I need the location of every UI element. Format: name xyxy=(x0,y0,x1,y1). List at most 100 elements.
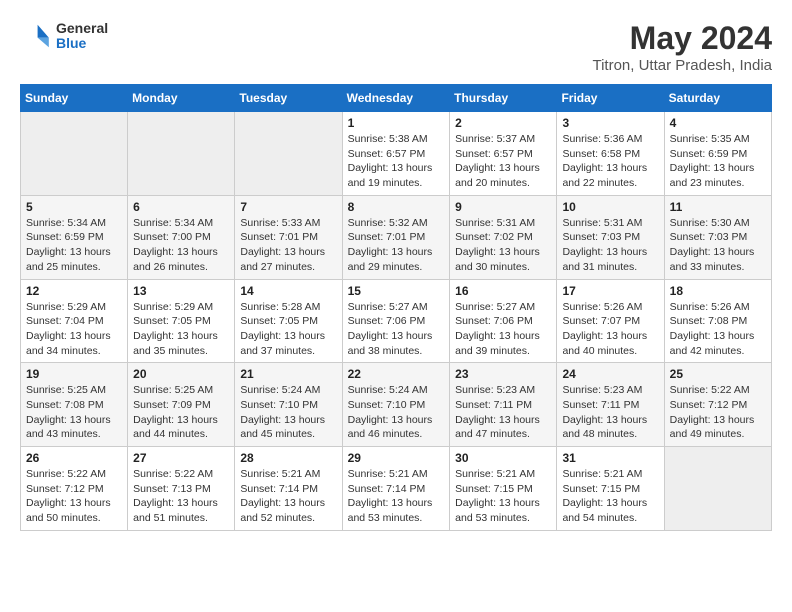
location-subtitle: Titron, Uttar Pradesh, India xyxy=(592,57,772,74)
day-info: Sunrise: 5:26 AM Sunset: 7:08 PM Dayligh… xyxy=(670,300,766,359)
day-number: 23 xyxy=(455,367,551,381)
table-row: 18 Sunrise: 5:26 AM Sunset: 7:08 PM Dayli… xyxy=(664,279,771,363)
day-info: Sunrise: 5:21 AM Sunset: 7:14 PM Dayligh… xyxy=(240,467,336,526)
day-info: Sunrise: 5:22 AM Sunset: 7:12 PM Dayligh… xyxy=(26,467,122,526)
table-row xyxy=(128,112,235,196)
table-row xyxy=(21,112,128,196)
logo[interactable]: General Blue xyxy=(20,20,108,52)
day-info: Sunrise: 5:31 AM Sunset: 7:02 PM Dayligh… xyxy=(455,216,551,275)
day-number: 4 xyxy=(670,116,766,130)
day-info: Sunrise: 5:29 AM Sunset: 7:04 PM Dayligh… xyxy=(26,300,122,359)
table-row: 29 Sunrise: 5:21 AM Sunset: 7:14 PM Dayli… xyxy=(342,447,450,531)
day-number: 31 xyxy=(562,451,658,465)
day-info: Sunrise: 5:27 AM Sunset: 7:06 PM Dayligh… xyxy=(455,300,551,359)
day-number: 17 xyxy=(562,284,658,298)
day-info: Sunrise: 5:34 AM Sunset: 6:59 PM Dayligh… xyxy=(26,216,122,275)
day-number: 24 xyxy=(562,367,658,381)
day-info: Sunrise: 5:36 AM Sunset: 6:58 PM Dayligh… xyxy=(562,132,658,191)
table-row: 27 Sunrise: 5:22 AM Sunset: 7:13 PM Dayli… xyxy=(128,447,235,531)
table-row: 21Sunrise: 5:24 AM Sunset: 7:10 PM Dayli… xyxy=(235,363,342,447)
page-header: General Blue May 2024 Titron, Uttar Prad… xyxy=(20,20,772,74)
day-number: 5 xyxy=(26,200,122,214)
col-monday: Monday xyxy=(128,85,235,112)
table-row: 9Sunrise: 5:31 AM Sunset: 7:02 PM Daylig… xyxy=(450,195,557,279)
table-row: 25Sunrise: 5:22 AM Sunset: 7:12 PM Dayli… xyxy=(664,363,771,447)
table-row: 24Sunrise: 5:23 AM Sunset: 7:11 PM Dayli… xyxy=(557,363,664,447)
col-sunday: Sunday xyxy=(21,85,128,112)
day-info: Sunrise: 5:30 AM Sunset: 7:03 PM Dayligh… xyxy=(670,216,766,275)
table-row: 7 Sunrise: 5:33 AM Sunset: 7:01 PM Daylig… xyxy=(235,195,342,279)
month-year-title: May 2024 xyxy=(592,20,772,57)
logo-icon xyxy=(20,20,52,52)
day-info: Sunrise: 5:26 AM Sunset: 7:07 PM Dayligh… xyxy=(562,300,658,359)
table-row: 3 Sunrise: 5:36 AM Sunset: 6:58 PM Daylig… xyxy=(557,112,664,196)
day-number: 10 xyxy=(562,200,658,214)
day-info: Sunrise: 5:33 AM Sunset: 7:01 PM Dayligh… xyxy=(240,216,336,275)
day-number: 1 xyxy=(348,116,445,130)
table-row xyxy=(235,112,342,196)
day-info: Sunrise: 5:32 AM Sunset: 7:01 PM Dayligh… xyxy=(348,216,445,275)
table-row xyxy=(664,447,771,531)
day-info: Sunrise: 5:22 AM Sunset: 7:13 PM Dayligh… xyxy=(133,467,229,526)
day-number: 22 xyxy=(348,367,445,381)
day-number: 8 xyxy=(348,200,445,214)
day-number: 29 xyxy=(348,451,445,465)
day-info: Sunrise: 5:21 AM Sunset: 7:15 PM Dayligh… xyxy=(455,467,551,526)
table-row: 26 Sunrise: 5:22 AM Sunset: 7:12 PM Dayli… xyxy=(21,447,128,531)
table-row: 2Sunrise: 5:37 AM Sunset: 6:57 PM Daylig… xyxy=(450,112,557,196)
day-info: Sunrise: 5:34 AM Sunset: 7:00 PM Dayligh… xyxy=(133,216,229,275)
table-row: 14 Sunrise: 5:28 AM Sunset: 7:05 PM Dayli… xyxy=(235,279,342,363)
day-info: Sunrise: 5:29 AM Sunset: 7:05 PM Dayligh… xyxy=(133,300,229,359)
calendar-week-5: 26 Sunrise: 5:22 AM Sunset: 7:12 PM Dayli… xyxy=(21,447,772,531)
calendar-week-2: 5 Sunrise: 5:34 AM Sunset: 6:59 PM Daylig… xyxy=(21,195,772,279)
day-number: 11 xyxy=(670,200,766,214)
table-row: 31Sunrise: 5:21 AM Sunset: 7:15 PM Dayli… xyxy=(557,447,664,531)
day-number: 14 xyxy=(240,284,336,298)
logo-text: General Blue xyxy=(56,21,108,52)
table-row: 16Sunrise: 5:27 AM Sunset: 7:06 PM Dayli… xyxy=(450,279,557,363)
day-number: 12 xyxy=(26,284,122,298)
table-row: 15Sunrise: 5:27 AM Sunset: 7:06 PM Dayli… xyxy=(342,279,450,363)
day-info: Sunrise: 5:24 AM Sunset: 7:10 PM Dayligh… xyxy=(240,383,336,442)
day-info: Sunrise: 5:35 AM Sunset: 6:59 PM Dayligh… xyxy=(670,132,766,191)
col-friday: Friday xyxy=(557,85,664,112)
table-row: 30 Sunrise: 5:21 AM Sunset: 7:15 PM Dayli… xyxy=(450,447,557,531)
table-row: 28Sunrise: 5:21 AM Sunset: 7:14 PM Dayli… xyxy=(235,447,342,531)
calendar-week-4: 19 Sunrise: 5:25 AM Sunset: 7:08 PM Dayli… xyxy=(21,363,772,447)
day-info: Sunrise: 5:25 AM Sunset: 7:09 PM Dayligh… xyxy=(133,383,229,442)
day-info: Sunrise: 5:21 AM Sunset: 7:14 PM Dayligh… xyxy=(348,467,445,526)
day-info: Sunrise: 5:24 AM Sunset: 7:10 PM Dayligh… xyxy=(348,383,445,442)
day-info: Sunrise: 5:38 AM Sunset: 6:57 PM Dayligh… xyxy=(348,132,445,191)
table-row: 1 Sunrise: 5:38 AM Sunset: 6:57 PM Daylig… xyxy=(342,112,450,196)
day-number: 15 xyxy=(348,284,445,298)
day-number: 3 xyxy=(562,116,658,130)
table-row: 8 Sunrise: 5:32 AM Sunset: 7:01 PM Daylig… xyxy=(342,195,450,279)
day-number: 20 xyxy=(133,367,229,381)
day-number: 30 xyxy=(455,451,551,465)
table-row: 11 Sunrise: 5:30 AM Sunset: 7:03 PM Dayli… xyxy=(664,195,771,279)
day-number: 26 xyxy=(26,451,122,465)
table-row: 19 Sunrise: 5:25 AM Sunset: 7:08 PM Dayli… xyxy=(21,363,128,447)
day-number: 27 xyxy=(133,451,229,465)
day-info: Sunrise: 5:37 AM Sunset: 6:57 PM Dayligh… xyxy=(455,132,551,191)
col-wednesday: Wednesday xyxy=(342,85,450,112)
day-number: 18 xyxy=(670,284,766,298)
day-number: 19 xyxy=(26,367,122,381)
day-info: Sunrise: 5:28 AM Sunset: 7:05 PM Dayligh… xyxy=(240,300,336,359)
day-info: Sunrise: 5:25 AM Sunset: 7:08 PM Dayligh… xyxy=(26,383,122,442)
day-number: 13 xyxy=(133,284,229,298)
table-row: 23 Sunrise: 5:23 AM Sunset: 7:11 PM Dayli… xyxy=(450,363,557,447)
table-row: 4 Sunrise: 5:35 AM Sunset: 6:59 PM Daylig… xyxy=(664,112,771,196)
table-row: 6 Sunrise: 5:34 AM Sunset: 7:00 PM Daylig… xyxy=(128,195,235,279)
table-row: 13 Sunrise: 5:29 AM Sunset: 7:05 PM Dayli… xyxy=(128,279,235,363)
table-row: 12 Sunrise: 5:29 AM Sunset: 7:04 PM Dayli… xyxy=(21,279,128,363)
day-info: Sunrise: 5:31 AM Sunset: 7:03 PM Dayligh… xyxy=(562,216,658,275)
day-number: 25 xyxy=(670,367,766,381)
table-row: 20 Sunrise: 5:25 AM Sunset: 7:09 PM Dayli… xyxy=(128,363,235,447)
day-info: Sunrise: 5:23 AM Sunset: 7:11 PM Dayligh… xyxy=(455,383,551,442)
table-row: 22 Sunrise: 5:24 AM Sunset: 7:10 PM Dayli… xyxy=(342,363,450,447)
col-thursday: Thursday xyxy=(450,85,557,112)
calendar-header-row: Sunday Monday Tuesday Wednesday Thursday… xyxy=(21,85,772,112)
day-number: 6 xyxy=(133,200,229,214)
day-number: 7 xyxy=(240,200,336,214)
